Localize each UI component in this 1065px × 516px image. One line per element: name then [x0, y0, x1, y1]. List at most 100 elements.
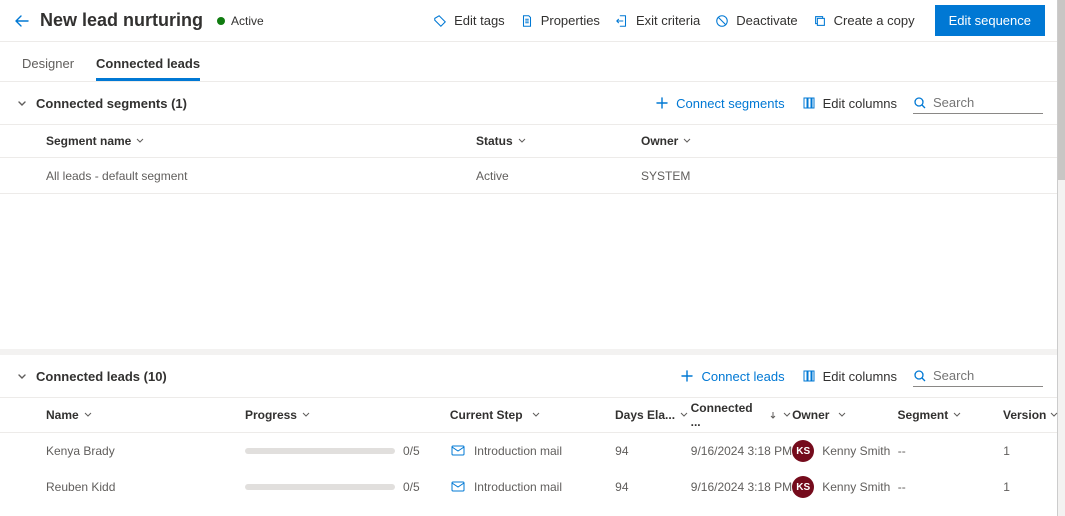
segment-owner-cell: SYSTEM: [641, 169, 841, 183]
tag-icon: [432, 13, 448, 29]
columns-icon: [801, 95, 817, 111]
connected-segments-title: Connected segments (1): [36, 96, 187, 111]
leads-search-field[interactable]: [931, 367, 1043, 384]
progress-bar: [245, 448, 395, 454]
connected-leads-title: Connected leads (10): [36, 369, 167, 384]
avatar: KS: [792, 440, 814, 462]
progress-label: 0/5: [403, 480, 420, 494]
connected-on-cell: 9/16/2024 3:18 PM: [691, 480, 792, 494]
status-badge: Active: [217, 14, 264, 28]
leads-edit-columns-label: Edit columns: [823, 369, 897, 384]
lead-name-cell: Reuben Kidd: [46, 480, 245, 494]
sort-down-icon: [768, 410, 778, 420]
exit-criteria-button[interactable]: Exit criteria: [614, 13, 700, 29]
segment-cell: --: [898, 444, 1003, 458]
mail-icon: [450, 443, 466, 459]
segments-search-input[interactable]: [913, 92, 1043, 114]
progress-label: 0/5: [403, 444, 420, 458]
edit-columns-button[interactable]: Edit columns: [801, 95, 897, 111]
table-row[interactable]: Kenya Brady 0/5 Introduction mail 94 9/1…: [0, 433, 1057, 469]
status-dot-icon: [217, 17, 225, 25]
mail-icon: [450, 479, 466, 495]
connected-on-cell: 9/16/2024 3:18 PM: [691, 444, 792, 458]
properties-label: Properties: [541, 13, 600, 28]
progress-cell: 0/5: [245, 480, 450, 494]
owner-name-cell: Kenny Smith: [822, 444, 890, 458]
segment-name-cell: All leads - default segment: [46, 169, 476, 183]
deactivate-button[interactable]: Deactivate: [714, 13, 797, 29]
chevron-down-icon: [135, 136, 145, 146]
chevron-down-icon: [837, 410, 847, 420]
document-icon: [519, 13, 535, 29]
chevron-down-icon[interactable]: [14, 368, 30, 384]
search-icon: [913, 368, 927, 384]
vertical-scrollbar[interactable]: [1058, 0, 1065, 516]
lead-name-cell: Kenya Brady: [46, 444, 245, 458]
edit-tags-button[interactable]: Edit tags: [432, 13, 505, 29]
version-cell: 1: [1003, 444, 1043, 458]
column-header-current-step[interactable]: Current Step: [450, 408, 615, 422]
chevron-down-icon: [531, 410, 541, 420]
current-step-cell: Introduction mail: [474, 444, 562, 458]
page-title: New lead nurturing: [40, 10, 203, 31]
progress-cell: 0/5: [245, 444, 450, 458]
owner-name-cell: Kenny Smith: [822, 480, 890, 494]
column-header-version[interactable]: Version: [1003, 408, 1043, 422]
version-cell: 1: [1003, 480, 1043, 494]
edit-tags-label: Edit tags: [454, 13, 505, 28]
tabs: Designer Connected leads: [0, 42, 1057, 82]
connect-segments-button[interactable]: Connect segments: [654, 95, 784, 111]
table-row[interactable]: Reuben Kidd 0/5 Introduction mail 94 9/1…: [0, 469, 1057, 505]
chevron-down-icon: [517, 136, 527, 146]
segments-search-field[interactable]: [931, 94, 1043, 111]
leads-table: Name Progress Current Step Days Ela... C…: [0, 397, 1057, 505]
column-header-days-elapsed[interactable]: Days Ela...: [615, 408, 691, 422]
tab-designer[interactable]: Designer: [22, 56, 74, 81]
connect-leads-label: Connect leads: [701, 369, 784, 384]
scrollbar-thumb[interactable]: [1058, 0, 1065, 180]
days-elapsed-cell: 94: [615, 444, 691, 458]
create-copy-label: Create a copy: [834, 13, 915, 28]
avatar: KS: [792, 476, 814, 498]
chevron-down-icon: [301, 410, 311, 420]
segments-table: Segment name Status Owner All leads - de…: [0, 124, 1057, 194]
column-header-owner[interactable]: Owner: [792, 408, 897, 422]
column-header-connected[interactable]: Connected ...: [691, 401, 792, 429]
leads-search-input[interactable]: [913, 365, 1043, 387]
chevron-down-icon[interactable]: [14, 95, 30, 111]
current-step-cell: Introduction mail: [474, 480, 562, 494]
column-header-segment[interactable]: Segment: [898, 408, 1003, 422]
exit-criteria-label: Exit criteria: [636, 13, 700, 28]
plus-icon: [679, 368, 695, 384]
column-header-status[interactable]: Status: [476, 134, 641, 148]
connected-segments-header: Connected segments (1) Connect segments …: [0, 82, 1057, 124]
deactivate-icon: [714, 13, 730, 29]
leads-edit-columns-button[interactable]: Edit columns: [801, 368, 897, 384]
copy-icon: [812, 13, 828, 29]
edit-columns-label: Edit columns: [823, 96, 897, 111]
connect-segments-label: Connect segments: [676, 96, 784, 111]
tab-connected-leads[interactable]: Connected leads: [96, 56, 200, 81]
chevron-down-icon: [679, 410, 689, 420]
table-row[interactable]: All leads - default segment Active SYSTE…: [0, 158, 1057, 194]
chevron-down-icon: [83, 410, 93, 420]
chevron-down-icon: [952, 410, 962, 420]
days-elapsed-cell: 94: [615, 480, 691, 494]
exit-icon: [614, 13, 630, 29]
segment-status-cell: Active: [476, 169, 641, 183]
page-header: New lead nurturing Active Edit tags Prop…: [0, 0, 1057, 42]
column-header-name[interactable]: Name: [46, 408, 245, 422]
search-icon: [913, 95, 927, 111]
connect-leads-button[interactable]: Connect leads: [679, 368, 784, 384]
column-header-segment-name[interactable]: Segment name: [46, 134, 476, 148]
properties-button[interactable]: Properties: [519, 13, 600, 29]
column-header-owner[interactable]: Owner: [641, 134, 841, 148]
status-text: Active: [231, 14, 264, 28]
edit-sequence-button[interactable]: Edit sequence: [935, 5, 1045, 36]
back-arrow-icon[interactable]: [12, 11, 32, 31]
deactivate-label: Deactivate: [736, 13, 797, 28]
connected-leads-header: Connected leads (10) Connect leads Edit …: [0, 355, 1057, 397]
create-copy-button[interactable]: Create a copy: [812, 13, 915, 29]
plus-icon: [654, 95, 670, 111]
column-header-progress[interactable]: Progress: [245, 408, 450, 422]
